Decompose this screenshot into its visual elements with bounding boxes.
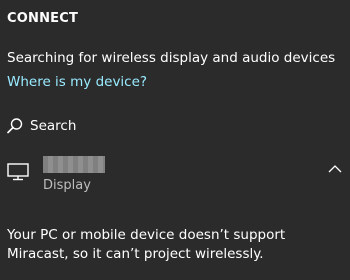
search-label: Search <box>30 118 77 134</box>
device-list-item[interactable]: Display <box>0 152 350 198</box>
chevron-up-icon[interactable] <box>328 164 342 174</box>
panel-title: CONNECT <box>7 11 79 26</box>
monitor-icon <box>7 163 29 181</box>
device-name-redacted <box>43 156 105 173</box>
device-type-label: Display <box>43 178 91 193</box>
search-icon <box>6 117 24 135</box>
search-status-text: Searching for wireless display and audio… <box>7 50 336 66</box>
where-is-my-device-link[interactable]: Where is my device? <box>7 74 147 90</box>
miracast-unsupported-message: Your PC or mobile device doesn’t support… <box>7 227 286 262</box>
search-button[interactable]: Search <box>6 115 76 137</box>
connect-panel: CONNECT Searching for wireless display a… <box>0 0 350 280</box>
